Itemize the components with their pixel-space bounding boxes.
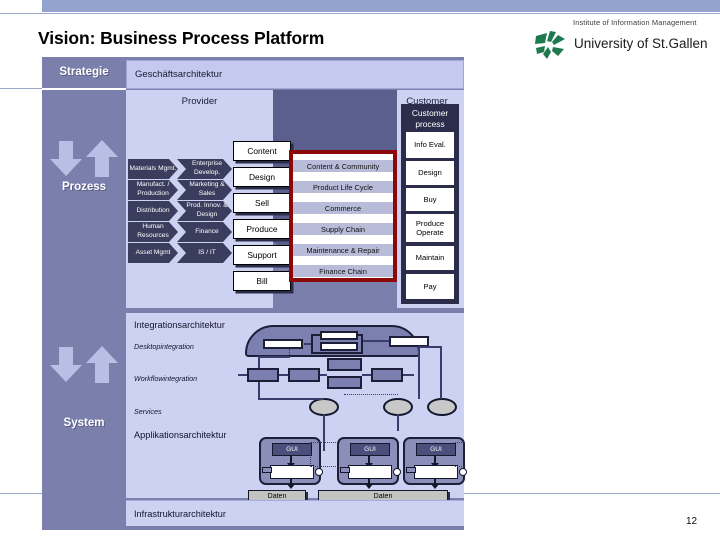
connector bbox=[310, 442, 340, 443]
connector bbox=[455, 442, 464, 443]
layer-label-prozess: Prozess bbox=[61, 181, 107, 193]
customer-process-title: Customer process bbox=[411, 108, 449, 129]
alignment-arrows-top bbox=[50, 140, 120, 177]
business-architecture-label: Geschäftsarchitektur bbox=[135, 69, 223, 80]
provider-process-step: Produce bbox=[233, 219, 291, 239]
connector bbox=[344, 394, 398, 395]
connector bbox=[310, 466, 338, 467]
interface-ball-icon bbox=[315, 468, 323, 476]
slide-rule-left-bottom bbox=[0, 493, 42, 494]
platform-service-bar: Content & Community bbox=[293, 160, 393, 172]
customer-process-step: Maintain bbox=[406, 246, 454, 270]
desktop-window-2 bbox=[320, 331, 358, 340]
connector bbox=[320, 374, 327, 376]
connector bbox=[323, 414, 325, 451]
connector bbox=[238, 374, 247, 376]
platform-services-box: Content & Community Product Life Cycle Com… bbox=[289, 150, 397, 282]
logo-institute-text: Institute of Information Management bbox=[573, 18, 697, 27]
platform-service-bar: Supply Chain bbox=[293, 223, 393, 235]
services-label: Services bbox=[134, 407, 162, 416]
page-title: Vision: Business Process Platform bbox=[38, 28, 325, 48]
connector bbox=[258, 357, 260, 368]
workflow-node-3a bbox=[327, 358, 362, 371]
interface-ball-icon bbox=[459, 468, 467, 476]
connector bbox=[418, 347, 420, 399]
workflow-node-3b bbox=[327, 376, 362, 389]
infrastructure-architecture-bar: Infrastrukturarchitektur bbox=[126, 500, 464, 526]
provider-function-cell: Human Resources bbox=[128, 222, 178, 242]
service-ellipse-3 bbox=[427, 398, 457, 416]
gui-label: GUI bbox=[416, 443, 456, 456]
gui-label: GUI bbox=[350, 443, 390, 456]
provider-function-cell: Distribution bbox=[128, 201, 178, 221]
application-component-2: GUI bbox=[337, 437, 401, 489]
connector bbox=[403, 374, 414, 376]
connector bbox=[304, 343, 311, 345]
desktop-integration-label: Desktopintegration bbox=[134, 342, 194, 351]
provider-function-cell: Manufact. / Production bbox=[128, 180, 178, 200]
application-component-3: GUI bbox=[403, 437, 467, 489]
business-architecture-bar: Geschäftsarchitektur bbox=[126, 60, 464, 89]
platform-service-bar: Maintenance & Repair bbox=[293, 244, 393, 256]
provider-process-step: Sell bbox=[233, 193, 291, 213]
logo-university-text: University of St.Gallen bbox=[574, 36, 708, 51]
layer-label-strategie: Strategie bbox=[59, 66, 109, 78]
provider-label: Provider bbox=[181, 96, 218, 107]
workflow-node-1 bbox=[247, 368, 279, 382]
workflow-integration-label: Workflowintegration bbox=[134, 374, 198, 383]
provider-function-cell: Materials Mgmt. bbox=[128, 159, 178, 179]
platform-service-bar: Product Life Cycle bbox=[293, 181, 393, 193]
platform-service-bar: Commerce bbox=[293, 202, 393, 214]
connector bbox=[310, 442, 311, 466]
provider-function-cell: Asset Mgmt bbox=[128, 243, 178, 263]
customer-process-step: Pay bbox=[406, 274, 454, 299]
customer-process-step: Design bbox=[406, 161, 454, 185]
provider-process-step: Design bbox=[233, 167, 291, 187]
top-banner-bar bbox=[42, 0, 720, 12]
provider-process-step: Bill bbox=[233, 271, 291, 291]
interface-ball-icon bbox=[393, 468, 401, 476]
page-number: 12 bbox=[686, 516, 698, 527]
desktop-window-1 bbox=[263, 339, 303, 349]
connector bbox=[258, 356, 290, 358]
alignment-arrows-middle bbox=[50, 346, 120, 383]
platform-service-bar: Finance Chain bbox=[293, 265, 393, 277]
connector bbox=[397, 414, 399, 431]
slide-rule-left-top bbox=[0, 88, 42, 89]
workflow-node-4 bbox=[371, 368, 403, 382]
application-architecture-label: Applikationsarchitektur bbox=[134, 430, 227, 440]
layer-label-column: Strategie Prozess System bbox=[42, 57, 126, 530]
integration-architecture-label: Integrationsarchitektur bbox=[134, 320, 225, 330]
slide-rule-right-bottom bbox=[464, 493, 720, 494]
customer-process-step: Produce Operate bbox=[406, 214, 454, 242]
header-divider bbox=[0, 13, 720, 14]
connector bbox=[258, 382, 260, 399]
connector bbox=[362, 374, 371, 376]
customer-process-box: Customer process Info Eval. Design Buy Prod… bbox=[401, 104, 459, 304]
connector bbox=[418, 346, 440, 348]
connector bbox=[455, 466, 464, 467]
connector bbox=[258, 398, 324, 400]
layer-label-system: System bbox=[63, 417, 105, 429]
desktop-window-3 bbox=[320, 342, 358, 351]
connector bbox=[440, 346, 442, 399]
provider-process-step: Content bbox=[233, 141, 291, 161]
connector bbox=[279, 374, 288, 376]
connector bbox=[289, 349, 290, 357]
gui-label: GUI bbox=[272, 443, 312, 456]
provider-process-step: Support bbox=[233, 245, 291, 265]
customer-process-step: Info Eval. bbox=[406, 132, 454, 158]
workflow-node-2 bbox=[288, 368, 320, 382]
application-component-1: GUI bbox=[259, 437, 323, 489]
customer-process-step: Buy bbox=[406, 188, 454, 211]
infrastructure-architecture-label: Infrastrukturarchitektur bbox=[134, 509, 226, 519]
st-gallen-crest-icon bbox=[535, 31, 565, 59]
university-logo: Institute of Information Management Univ… bbox=[528, 18, 718, 62]
connector bbox=[363, 340, 389, 342]
